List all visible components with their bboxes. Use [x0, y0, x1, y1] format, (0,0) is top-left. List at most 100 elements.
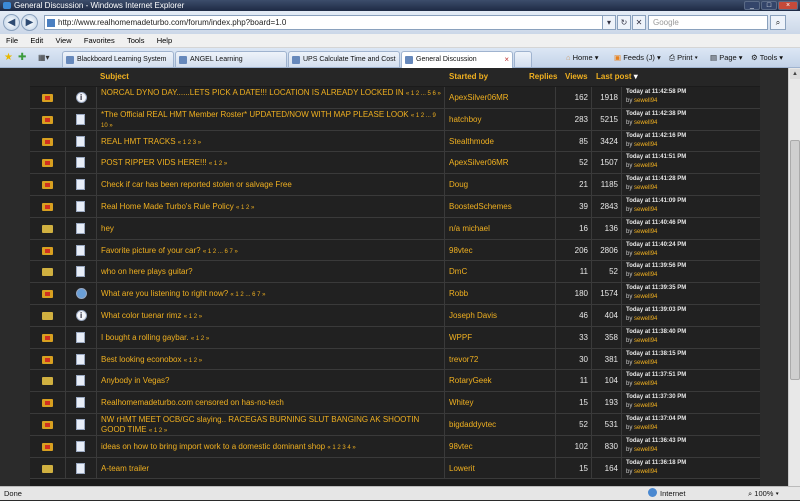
starter-link[interactable]: Stealthmode [449, 137, 494, 146]
header-started-by[interactable]: Started by [449, 68, 488, 86]
minimize-button[interactable]: _ [744, 1, 760, 10]
menu-help[interactable]: Help [157, 34, 172, 48]
last-post-user-link[interactable]: sewell94 [634, 425, 657, 431]
tab-blackboard[interactable]: Blackboard Learning System [62, 51, 174, 67]
last-post-user-link[interactable]: sewell94 [634, 338, 657, 344]
starter-link[interactable]: Robb [449, 289, 468, 298]
last-post-user-link[interactable]: sewell94 [634, 316, 657, 322]
starter-link[interactable]: Whitey [449, 398, 473, 407]
feeds-button[interactable]: ▣ Feeds (J) ▾ [614, 52, 661, 64]
topic-link[interactable]: Realhomemadeturbo.com censored on has-no… [101, 398, 284, 407]
tab-general-discussion[interactable]: General Discussion × [401, 51, 513, 68]
last-post-user-link[interactable]: sewell94 [634, 185, 657, 191]
vertical-scrollbar[interactable]: ▲ [788, 68, 800, 486]
add-favorites-icon[interactable]: ✚ [18, 52, 26, 64]
menu-favorites[interactable]: Favorites [84, 34, 115, 48]
last-post-user-link[interactable]: sewell94 [634, 272, 657, 278]
page-links[interactable]: « 1 2 » [184, 358, 202, 364]
new-tab-button[interactable] [514, 51, 532, 67]
forward-button[interactable]: ▶ [21, 14, 38, 31]
topic-link[interactable]: Anybody in Vegas? [101, 376, 170, 385]
starter-link[interactable]: WPPF [449, 333, 472, 342]
page-links[interactable]: « 1 2 3 » [178, 140, 201, 146]
header-subject[interactable]: Subject [100, 68, 129, 86]
scroll-up-button[interactable]: ▲ [790, 69, 800, 79]
search-input[interactable]: Google [648, 15, 768, 30]
topic-link[interactable]: POST RIPPER VIDS HERE!!! [101, 158, 207, 167]
scroll-thumb[interactable] [790, 140, 800, 380]
topic-link[interactable]: Best looking econobox [101, 355, 182, 364]
topic-link[interactable]: hey [101, 224, 114, 233]
home-button[interactable]: ⌂ Home ▾ [566, 52, 599, 64]
topic-link[interactable]: NORCAL DYNO DAY......LETS PICK A DATE!!!… [101, 88, 404, 97]
starter-link[interactable]: 98vtec [449, 442, 473, 451]
topic-link[interactable]: Real Home Made Turbo's Rule Policy [101, 202, 234, 211]
starter-link[interactable]: ApexSilver06MR [449, 93, 509, 102]
last-post-user-link[interactable]: sewell94 [634, 469, 657, 475]
refresh-button[interactable]: ↻ [617, 15, 631, 30]
print-button[interactable]: ⎙ Print ▾ [669, 52, 698, 64]
starter-link[interactable]: RotaryGeek [449, 376, 492, 385]
last-post-user-link[interactable]: sewell94 [634, 360, 657, 366]
starter-link[interactable]: ApexSilver06MR [449, 158, 509, 167]
page-links[interactable]: « 1 2 » [209, 161, 227, 167]
last-post-user-link[interactable]: sewell94 [634, 229, 657, 235]
last-post-user-link[interactable]: sewell94 [634, 403, 657, 409]
starter-link[interactable]: Doug [449, 180, 468, 189]
topic-link[interactable]: What are you listening to right now? [101, 289, 228, 298]
header-last-post[interactable]: Last post ▾ [596, 68, 638, 86]
page-links[interactable]: « 1 2 » [184, 314, 202, 320]
starter-link[interactable]: trevor72 [449, 355, 478, 364]
tab-ups[interactable]: UPS Calculate Time and Cost [288, 51, 400, 67]
header-views[interactable]: Views [565, 68, 588, 86]
close-button[interactable]: × [778, 1, 798, 10]
favorites-star-icon[interactable]: ★ [4, 52, 13, 64]
page-menu-button[interactable]: ▤ Page ▾ [710, 52, 743, 64]
page-links[interactable]: « 1 2 ... 6 7 » [203, 249, 238, 255]
starter-link[interactable]: bigdaddyvtec [449, 420, 496, 429]
page-links[interactable]: « 1 2 » [236, 205, 254, 211]
quick-tabs-icon[interactable]: ▦▾ [38, 52, 50, 64]
topic-link[interactable]: What color tuenar rimz [101, 311, 181, 320]
zoom-button[interactable]: ⌕ 100% ▾ [748, 487, 779, 501]
last-post-user-link[interactable]: sewell94 [634, 447, 657, 453]
topic-link[interactable]: who on here plays guitar? [101, 267, 193, 276]
starter-link[interactable]: Joseph Davis [449, 311, 497, 320]
address-bar[interactable]: http://www.realhomemadeturbo.com/forum/i… [44, 15, 616, 30]
menu-tools[interactable]: Tools [127, 34, 145, 48]
topic-link[interactable]: REAL HMT TRACKS [101, 137, 176, 146]
tab-close-icon[interactable]: × [504, 52, 509, 67]
last-post-user-link[interactable]: sewell94 [634, 120, 657, 126]
starter-link[interactable]: Lowerit [449, 464, 475, 473]
topic-link[interactable]: Check if car has been reported stolen or… [101, 180, 292, 189]
topic-link[interactable]: ideas on how to bring import work to a d… [101, 442, 325, 451]
last-post-user-link[interactable]: sewell94 [634, 251, 657, 257]
search-icon[interactable]: ⌕ [770, 15, 786, 30]
menu-edit[interactable]: Edit [30, 34, 43, 48]
last-post-user-link[interactable]: sewell94 [634, 294, 657, 300]
page-links[interactable]: « 1 2 3 4 » [327, 445, 355, 451]
last-post-user-link[interactable]: sewell94 [634, 163, 657, 169]
address-dropdown-button[interactable]: ▾ [602, 15, 616, 30]
page-links[interactable]: « 1 2 » [149, 428, 167, 434]
starter-link[interactable]: BoostedSchemes [449, 202, 512, 211]
starter-link[interactable]: n/a michael [449, 224, 490, 233]
page-links[interactable]: « 1 2 ... 5 6 » [406, 91, 441, 97]
menu-view[interactable]: View [56, 34, 72, 48]
topic-link[interactable]: I bought a rolling gaybar. [101, 333, 189, 342]
maximize-button[interactable]: □ [761, 1, 777, 10]
starter-link[interactable]: hatchboy [449, 115, 481, 124]
topic-link[interactable]: Favorite picture of your car? [101, 246, 201, 255]
tab-angel[interactable]: ANGEL Learning [175, 51, 287, 67]
last-post-user-link[interactable]: sewell94 [634, 142, 657, 148]
page-links[interactable]: « 1 2 ... 6 7 » [230, 292, 265, 298]
tools-menu-button[interactable]: ⚙ Tools ▾ [751, 52, 783, 64]
last-post-user-link[interactable]: sewell94 [634, 381, 657, 387]
last-post-user-link[interactable]: sewell94 [634, 98, 657, 104]
back-button[interactable]: ◀ [3, 14, 20, 31]
topic-link[interactable]: *The Official REAL HMT Member Roster* UP… [101, 110, 409, 119]
header-replies[interactable]: Replies [529, 68, 557, 86]
starter-link[interactable]: DmC [449, 267, 467, 276]
starter-link[interactable]: 98vtec [449, 246, 473, 255]
last-post-user-link[interactable]: sewell94 [634, 207, 657, 213]
